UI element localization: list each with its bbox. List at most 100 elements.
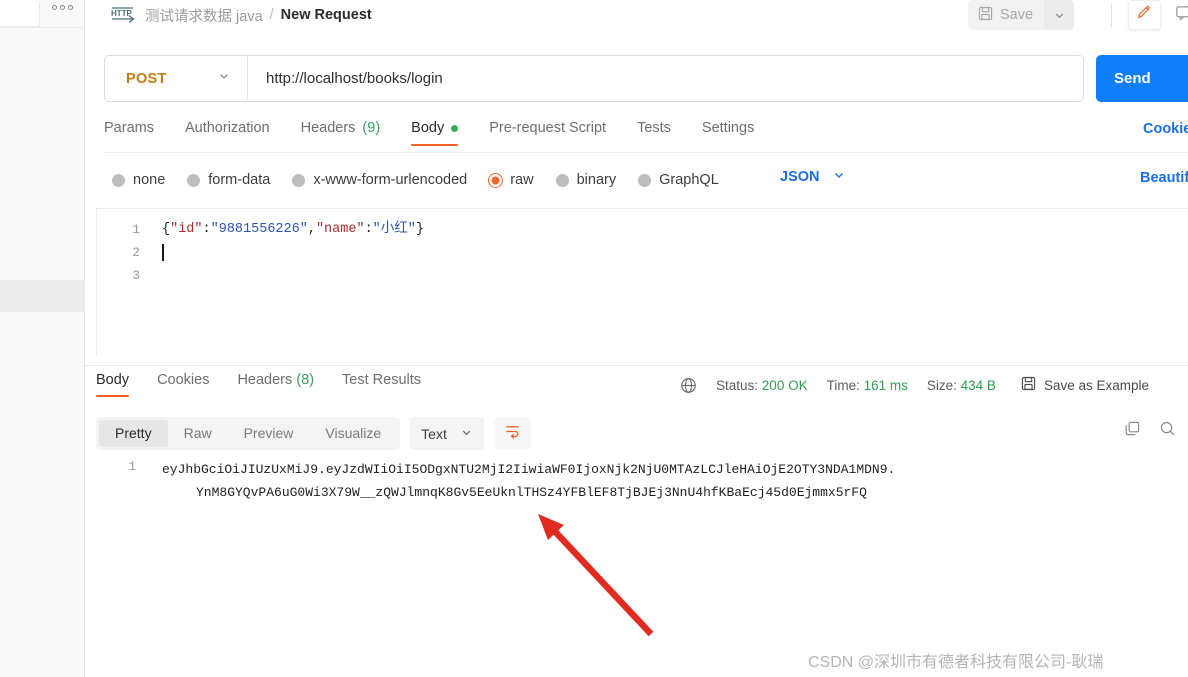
- response-tab-test-results[interactable]: Test Results: [342, 372, 421, 397]
- word-wrap-button[interactable]: [493, 417, 531, 450]
- body-type-raw-label: raw: [510, 172, 534, 188]
- radio-icon: [638, 173, 652, 187]
- body-type-none[interactable]: none: [112, 172, 165, 188]
- body-type-form-data-label: form-data: [208, 172, 271, 188]
- response-tab-headers-count: (8): [296, 372, 315, 388]
- tab-body-label: Body: [411, 120, 445, 136]
- time-value: 161 ms: [863, 377, 908, 393]
- tab-headers[interactable]: Headers (9): [301, 120, 381, 146]
- body-type-options: none form-data x-www-form-urlencoded raw…: [112, 168, 719, 192]
- breadcrumb-separator: /: [269, 7, 274, 23]
- body-type-raw[interactable]: raw: [489, 172, 534, 188]
- method-selector[interactable]: POST: [105, 56, 248, 101]
- response-tabs: Body Cookies Headers (8) Test Results: [96, 372, 421, 402]
- code-line-2: [162, 241, 1188, 264]
- left-sidebar: [0, 0, 85, 677]
- json-value-name: "小红": [372, 222, 416, 237]
- view-mode-pretty[interactable]: Pretty: [99, 420, 168, 447]
- code-line-1: {"id":"9881556226","name":"小红"}: [162, 218, 1188, 241]
- body-type-none-label: none: [133, 172, 166, 188]
- request-body-editor[interactable]: 1 2 3 {"id":"9881556226","name":"小红"}: [96, 208, 1188, 356]
- sidebar-selected-item[interactable]: [0, 280, 85, 312]
- response-divider: [85, 365, 1188, 366]
- request-header-bar: HTTP 测试请求数据 java / New Request Save: [85, 0, 1188, 42]
- view-mode-raw[interactable]: Raw: [168, 420, 228, 447]
- save-dropdown-button[interactable]: [1044, 0, 1075, 30]
- json-comma: ,: [307, 222, 316, 237]
- tab-authorization-label: Authorization: [184, 120, 270, 136]
- chevron-down-icon: [832, 168, 846, 186]
- toolbar-divider: [1111, 3, 1112, 27]
- save-button-group: Save: [968, 0, 1075, 30]
- text-cursor: [162, 244, 164, 261]
- tab-params-label: Params: [104, 120, 154, 136]
- tab-authorization[interactable]: Authorization: [185, 120, 270, 146]
- view-mode-group: Pretty Raw Preview Visualize: [96, 417, 401, 450]
- response-tab-body[interactable]: Body: [96, 372, 130, 397]
- response-line-number: 1: [128, 460, 136, 474]
- edit-button[interactable]: [1128, 0, 1161, 30]
- save-as-example-button[interactable]: Save as Example: [1021, 376, 1149, 394]
- save-button[interactable]: Save: [968, 0, 1045, 30]
- pencil-icon: [1136, 4, 1153, 26]
- save-as-example-label: Save as Example: [1043, 377, 1149, 393]
- editor-content[interactable]: {"id":"9881556226","name":"小红"}: [152, 209, 1188, 356]
- tab-body[interactable]: Body: [411, 120, 459, 146]
- time-label: Time:: [826, 377, 860, 393]
- tab-settings[interactable]: Settings: [702, 120, 754, 146]
- response-body-text[interactable]: eyJhbGciOiJIUzUxMiJ9.eyJzdWIiOiI5ODgxNTU…: [162, 458, 1077, 504]
- more-horizontal-icon[interactable]: [52, 5, 73, 10]
- url-bar: POST: [104, 55, 1084, 102]
- body-type-binary-label: binary: [576, 172, 617, 188]
- http-icon: HTTP: [110, 4, 136, 26]
- response-tab-cookies[interactable]: Cookies: [157, 372, 209, 397]
- tab-tests[interactable]: Tests: [637, 120, 671, 146]
- response-body-line-1: eyJhbGciOiJIUzUxMiJ9.eyJzdWIiOiI5ODgxNTU…: [162, 462, 896, 477]
- body-type-urlencoded[interactable]: x-www-form-urlencoded: [292, 172, 467, 188]
- status-value: 200 OK: [761, 377, 808, 393]
- body-format-selector[interactable]: JSON: [780, 168, 846, 186]
- radio-icon: [292, 173, 306, 187]
- sidebar-divider: [0, 27, 85, 28]
- body-type-form-data[interactable]: form-data: [187, 172, 270, 188]
- response-meta: Status: 200 OK Time: 161 ms Size: 434 B …: [680, 374, 1149, 396]
- comment-button[interactable]: [1167, 0, 1188, 30]
- save-button-label: Save: [1000, 7, 1034, 23]
- breadcrumb: 测试请求数据 java / New Request: [145, 4, 372, 26]
- content-type-selector[interactable]: Text: [410, 417, 484, 450]
- size-label: Size:: [926, 377, 957, 393]
- tab-headers-count: (9): [362, 120, 381, 136]
- method-label: POST: [126, 70, 167, 87]
- search-icon[interactable]: [1159, 420, 1176, 442]
- globe-icon: [680, 377, 697, 394]
- send-button[interactable]: Send: [1096, 55, 1188, 102]
- chevron-down-icon: [460, 426, 473, 442]
- radio-icon: [112, 173, 125, 187]
- response-viewer-actions: [1124, 420, 1176, 442]
- tab-pre-request-script[interactable]: Pre-request Script: [489, 120, 606, 146]
- response-tab-headers[interactable]: Headers (8): [237, 372, 314, 397]
- json-brace-close: }: [415, 222, 424, 237]
- body-type-graphql[interactable]: GraphQL: [638, 172, 719, 188]
- view-mode-preview[interactable]: Preview: [228, 420, 310, 447]
- comment-icon: [1175, 4, 1188, 26]
- body-type-binary[interactable]: binary: [555, 172, 617, 188]
- body-format-label: JSON: [780, 169, 820, 185]
- view-mode-visualize[interactable]: Visualize: [309, 420, 397, 447]
- copy-icon[interactable]: [1124, 420, 1141, 442]
- radio-selected-icon: [489, 173, 503, 187]
- tab-tests-label: Tests: [637, 120, 671, 136]
- json-colon: :: [202, 222, 211, 237]
- url-input[interactable]: [248, 70, 1083, 87]
- breadcrumb-folder[interactable]: 测试请求数据 java: [145, 5, 263, 26]
- line-number: 1: [132, 222, 140, 237]
- editor-line-numbers: 1 2 3: [97, 209, 152, 356]
- body-type-urlencoded-label: x-www-form-urlencoded: [313, 172, 468, 188]
- cookies-link[interactable]: Cookies: [1143, 121, 1188, 137]
- page-title: New Request: [280, 7, 372, 23]
- beautify-link[interactable]: Beautify: [1140, 170, 1188, 186]
- json-colon: :: [364, 222, 373, 237]
- content-type-label: Text: [421, 425, 447, 442]
- tab-params[interactable]: Params: [104, 120, 154, 146]
